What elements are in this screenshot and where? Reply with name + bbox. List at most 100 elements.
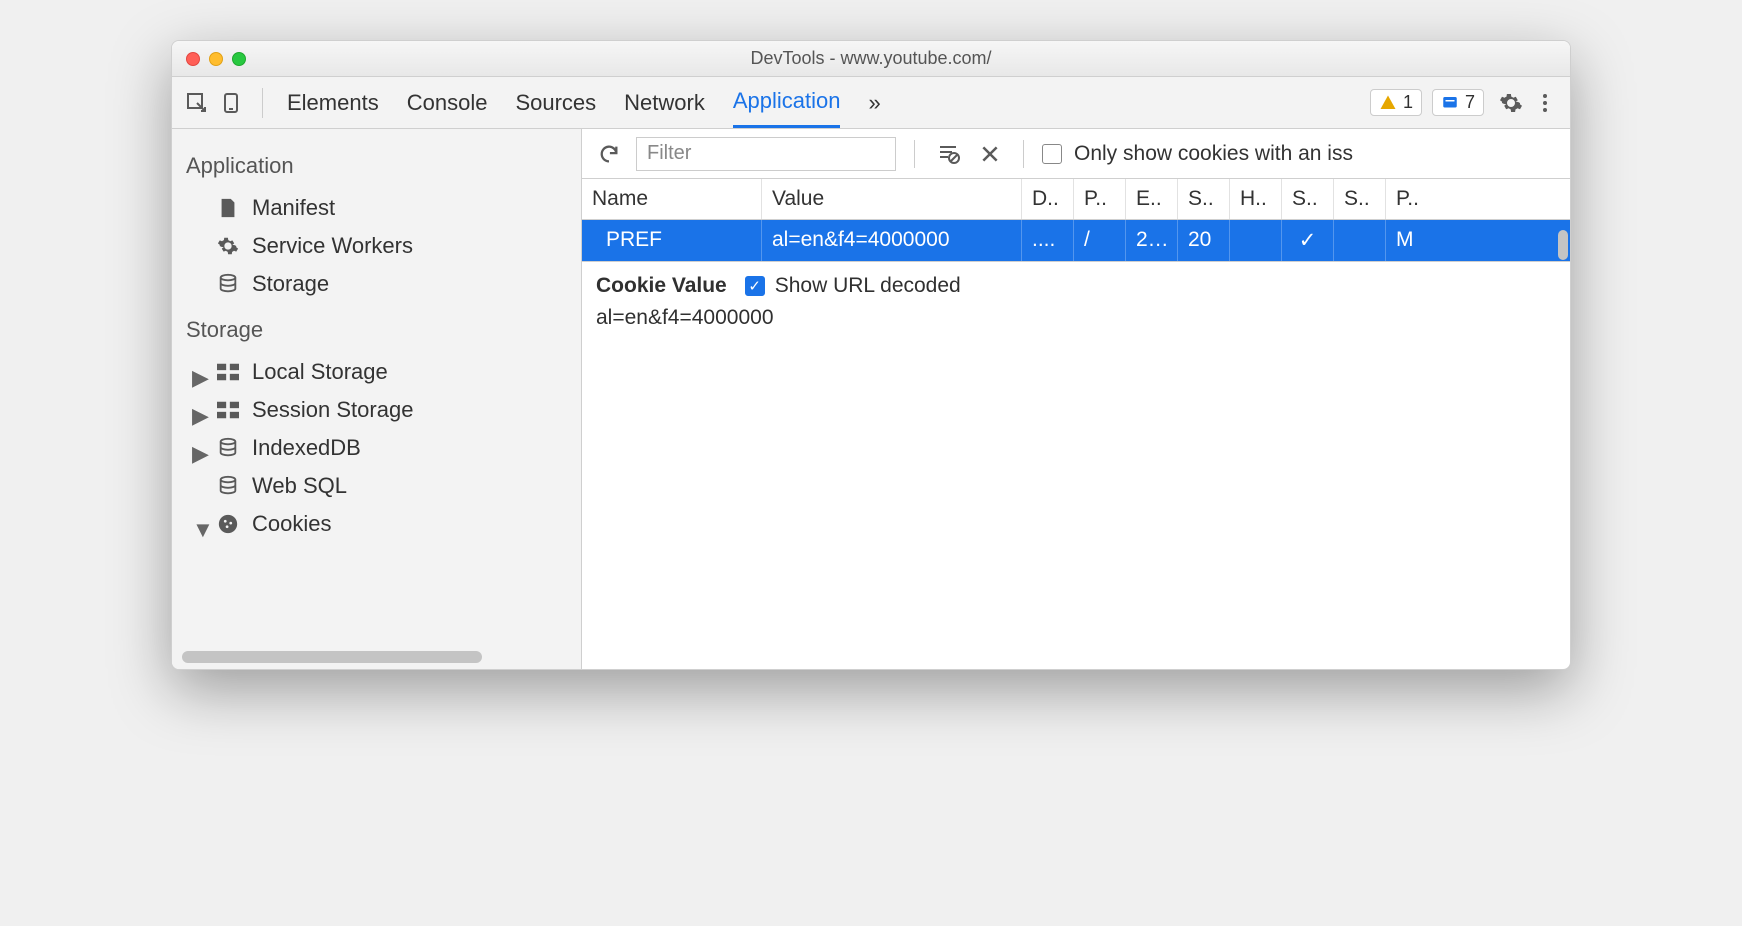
th-expires[interactable]: E.. (1126, 179, 1178, 219)
file-icon (216, 196, 240, 220)
cookie-detail: Cookie Value ✓ Show URL decoded al=en&f4… (582, 261, 1570, 669)
sidebar-item-label: Service Workers (252, 233, 413, 259)
titlebar: DevTools - www.youtube.com/ (172, 41, 1570, 77)
top-toolbar: Elements Console Sources Network Applica… (172, 77, 1570, 129)
td-priority: M (1386, 220, 1438, 261)
tab-application[interactable]: Application (733, 77, 841, 128)
main-panel: Only show cookies with an iss Name Value… (582, 129, 1570, 669)
chevron-right-icon[interactable]: ▶ (192, 365, 209, 391)
th-secure[interactable]: S.. (1282, 179, 1334, 219)
message-icon (1441, 94, 1459, 112)
th-value[interactable]: Value (762, 179, 1022, 219)
sidebar-item-label: Manifest (252, 195, 335, 221)
main-toolbar: Only show cookies with an iss (582, 129, 1570, 179)
sidebar-item-storage[interactable]: Storage (172, 265, 581, 303)
horizontal-scrollbar[interactable] (182, 651, 482, 663)
sidebar-item-local-storage[interactable]: Local Storage (172, 353, 581, 391)
tabs-overflow[interactable]: » (868, 77, 880, 128)
td-size: 20 (1178, 220, 1230, 261)
tab-network[interactable]: Network (624, 77, 705, 128)
cookie-value-text: al=en&f4=4000000 (596, 306, 1556, 330)
sidebar-item-cookies[interactable]: Cookies (172, 505, 581, 543)
devtools-window: DevTools - www.youtube.com/ Elements Con… (171, 40, 1571, 670)
sidebar-heading-storage: Storage (172, 303, 581, 353)
panel-tabs: Elements Console Sources Network Applica… (279, 77, 1366, 128)
close-window-button[interactable] (186, 52, 200, 66)
window-title: DevTools - www.youtube.com/ (172, 48, 1570, 69)
cookie-icon (216, 512, 240, 536)
sidebar-item-label: IndexedDB (252, 435, 361, 461)
more-menu-icon[interactable] (1530, 88, 1560, 118)
td-samesite (1334, 220, 1386, 261)
th-name[interactable]: Name (582, 179, 762, 219)
sidebar: Application Manifest Service Workers Sto… (172, 129, 582, 669)
chevron-right-icon[interactable]: ▶ (192, 441, 209, 467)
filter-input[interactable] (636, 137, 896, 171)
td-value: al=en&f4=4000000 (762, 220, 1022, 261)
vertical-scrollbar[interactable] (1558, 230, 1568, 260)
sidebar-heading-application: Application (172, 139, 581, 189)
warnings-count: 1 (1403, 92, 1413, 113)
td-domain: .... (1022, 220, 1074, 261)
chevron-down-icon[interactable]: ▼ (192, 517, 214, 543)
database-icon (216, 474, 240, 498)
minimize-window-button[interactable] (209, 52, 223, 66)
sidebar-item-label: Local Storage (252, 359, 388, 385)
sidebar-item-label: Storage (252, 271, 329, 297)
messages-count: 7 (1465, 92, 1475, 113)
sidebar-item-session-storage[interactable]: Session Storage (172, 391, 581, 429)
sidebar-item-label: Session Storage (252, 397, 413, 423)
warning-icon (1379, 94, 1397, 112)
sidebar-item-manifest[interactable]: Manifest (172, 189, 581, 227)
only-issues-label: Only show cookies with an iss (1074, 142, 1353, 166)
grid-icon (216, 398, 240, 422)
sidebar-item-websql[interactable]: Web SQL (172, 467, 581, 505)
chevron-right-icon[interactable]: ▶ (192, 403, 209, 429)
refresh-icon[interactable] (594, 139, 624, 169)
status-badges: 1 7 (1370, 89, 1484, 116)
th-httponly[interactable]: H.. (1230, 179, 1282, 219)
td-name: PREF (582, 220, 762, 261)
database-icon (216, 272, 240, 296)
table-header: Name Value D.. P.. E.. S.. H.. S.. S.. P… (582, 179, 1570, 220)
td-expires: 2… (1126, 220, 1178, 261)
td-httponly (1230, 220, 1282, 261)
url-decoded-checkbox[interactable]: ✓ (745, 276, 765, 296)
warnings-badge[interactable]: 1 (1370, 89, 1422, 116)
gear-icon (216, 234, 240, 258)
grid-icon (216, 360, 240, 384)
device-toggle-icon[interactable] (216, 88, 246, 118)
tab-elements[interactable]: Elements (287, 77, 379, 128)
clear-filter-icon[interactable] (933, 139, 963, 169)
cookie-value-label: Cookie Value (596, 274, 727, 298)
td-path: / (1074, 220, 1126, 261)
tab-sources[interactable]: Sources (515, 77, 596, 128)
table-row[interactable]: PREF al=en&f4=4000000 .... / 2… 20 ✓ M (582, 220, 1570, 261)
separator (262, 88, 263, 118)
sidebar-item-indexeddb[interactable]: IndexedDB (172, 429, 581, 467)
detail-header: Cookie Value ✓ Show URL decoded (596, 274, 1556, 298)
separator (1023, 140, 1024, 168)
only-issues-checkbox[interactable] (1042, 144, 1062, 164)
window-controls (186, 52, 246, 66)
sidebar-item-label: Web SQL (252, 473, 347, 499)
th-domain[interactable]: D.. (1022, 179, 1074, 219)
url-decoded-label: Show URL decoded (775, 274, 961, 298)
sidebar-item-service-workers[interactable]: Service Workers (172, 227, 581, 265)
table-body: PREF al=en&f4=4000000 .... / 2… 20 ✓ M (582, 220, 1570, 261)
td-secure: ✓ (1282, 220, 1334, 261)
close-icon[interactable] (975, 139, 1005, 169)
zoom-window-button[interactable] (232, 52, 246, 66)
content-area: Application Manifest Service Workers Sto… (172, 129, 1570, 669)
th-priority[interactable]: P.. (1386, 179, 1438, 219)
th-samesite[interactable]: S.. (1334, 179, 1386, 219)
sidebar-item-label: Cookies (252, 511, 331, 537)
separator (914, 140, 915, 168)
th-size[interactable]: S.. (1178, 179, 1230, 219)
database-icon (216, 436, 240, 460)
tab-console[interactable]: Console (407, 77, 488, 128)
settings-icon[interactable] (1496, 88, 1526, 118)
messages-badge[interactable]: 7 (1432, 89, 1484, 116)
inspect-icon[interactable] (182, 88, 212, 118)
th-path[interactable]: P.. (1074, 179, 1126, 219)
